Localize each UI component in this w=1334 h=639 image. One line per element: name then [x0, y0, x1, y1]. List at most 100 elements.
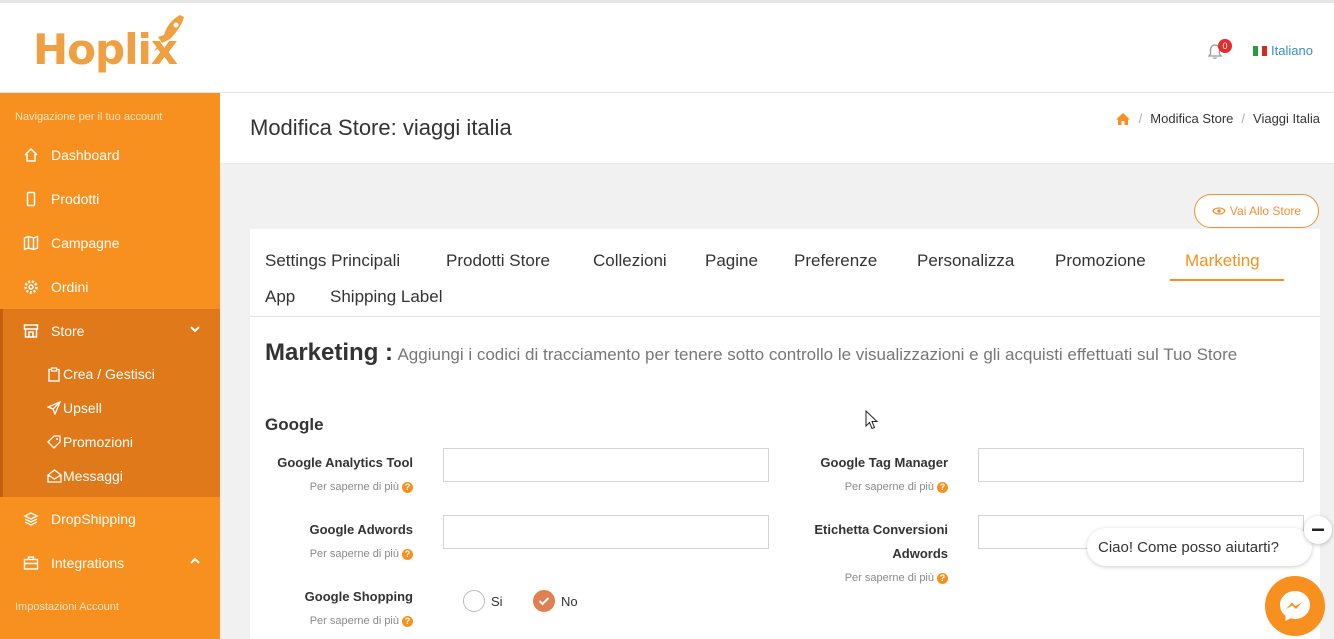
sidebar-item-store[interactable]: Store	[0, 309, 220, 353]
rocket-icon	[154, 15, 184, 51]
tab-marketing[interactable]: Marketing	[1185, 251, 1260, 271]
radio-label: No	[561, 593, 578, 609]
question-icon: ?	[937, 572, 948, 584]
sidebar-item-label: Integrations	[51, 555, 125, 571]
help-link[interactable]: Per saperne di più ?	[798, 572, 948, 584]
help-link[interactable]: Per saperne di più ?	[265, 615, 413, 627]
language-label: Italiano	[1271, 43, 1313, 58]
check-icon	[538, 597, 550, 606]
page-header: Modifica Store: viaggi italia / Modifica…	[220, 93, 1334, 164]
clipboard-icon	[46, 366, 62, 382]
mouse-cursor-icon	[865, 410, 879, 430]
help-link-text: Per saperne di più	[309, 548, 399, 560]
tab-prodotti-store[interactable]: Prodotti Store	[446, 251, 550, 271]
tab-preferenze[interactable]: Preferenze	[794, 251, 877, 271]
eye-icon	[1212, 207, 1226, 215]
shopping-radio-yes[interactable]: Si	[463, 590, 503, 612]
breadcrumb-item: Viaggi Italia	[1253, 111, 1320, 126]
sidebar-item-prodotti[interactable]: Prodotti	[0, 177, 220, 221]
notification-badge: 0	[1218, 39, 1232, 53]
sidebar-item-campagne[interactable]: Campagne	[0, 221, 220, 265]
briefcase-icon	[22, 554, 40, 572]
home-icon[interactable]	[1115, 112, 1131, 126]
tab-app[interactable]: App	[265, 287, 295, 307]
sidebar-item-ordini[interactable]: Ordini	[0, 265, 220, 309]
breadcrumb-item[interactable]: Modifica Store	[1150, 111, 1233, 126]
tab-shipping-label[interactable]: Shipping Label	[330, 287, 442, 307]
tag-icon	[46, 434, 62, 450]
language-selector[interactable]: Italiano	[1253, 43, 1313, 58]
sidebar-item-dropshipping[interactable]: DropShipping	[0, 497, 220, 541]
chevron-down-icon	[190, 324, 200, 336]
sidebar-item-dashboard[interactable]: Dashboard	[0, 133, 220, 177]
active-tab-indicator	[1170, 279, 1284, 281]
submenu-item-upsell[interactable]: Upsell	[3, 391, 220, 425]
chat-close-button[interactable]	[1304, 516, 1332, 544]
submenu-item-label: Upsell	[63, 400, 102, 416]
radio-circle-checked	[533, 590, 555, 612]
conversion-label-line1: Etichetta Conversioni	[814, 522, 948, 537]
section-title: Marketing :	[265, 339, 394, 366]
breadcrumb: / Modifica Store / Viaggi Italia	[1115, 111, 1320, 126]
google-tag-manager-input[interactable]	[978, 448, 1304, 482]
sidebar-item-label: Prodotti	[51, 191, 100, 207]
question-icon: ?	[402, 615, 413, 627]
google-analytics-label: Google Analytics Tool	[277, 455, 413, 470]
phone-icon	[22, 190, 40, 208]
visit-store-label: Vai Allo Store	[1229, 204, 1302, 218]
top-header: Hoplix 0 Italiano	[0, 0, 1334, 93]
chat-message: Ciao! Come posso aiutarti?	[1098, 538, 1279, 556]
submenu-item-crea-gestisci[interactable]: Crea / Gestisci	[3, 357, 220, 391]
radio-circle	[463, 590, 485, 612]
tab-pagine[interactable]: Pagine	[705, 251, 758, 271]
messenger-chat-button[interactable]	[1265, 576, 1325, 636]
breadcrumb-separator: /	[1241, 111, 1246, 126]
send-icon	[46, 400, 62, 416]
messenger-icon	[1280, 591, 1310, 621]
chat-greeting-bubble[interactable]: Ciao! Come posso aiutarti?	[1087, 528, 1312, 566]
sidebar-item-label: Campagne	[51, 235, 120, 251]
sidebar: Navigazione per il tuo account Dashboard…	[0, 93, 220, 639]
section-heading: Marketing : Aggiungi i codici di traccia…	[265, 335, 1315, 374]
radio-label: Si	[491, 593, 503, 609]
sidebar-caption: Navigazione per il tuo account	[15, 111, 163, 123]
sidebar-item-integrations[interactable]: Integrations	[0, 541, 220, 585]
help-link[interactable]: Per saperne di più ?	[265, 481, 413, 493]
visit-store-button[interactable]: Vai Allo Store	[1194, 194, 1319, 228]
envelope-icon	[46, 468, 62, 484]
chevron-up-icon	[190, 556, 200, 568]
google-adwords-label: Google Adwords	[309, 522, 413, 537]
layers-icon	[22, 510, 40, 528]
tab-promozione[interactable]: Promozione	[1055, 251, 1146, 271]
gear-icon	[22, 278, 40, 296]
sidebar-item-label: Store	[51, 323, 85, 339]
help-link-text: Per saperne di più	[844, 481, 934, 493]
store-submenu: Crea / Gestisci Upsell Promozioni Messag…	[0, 353, 220, 497]
breadcrumb-separator: /	[1138, 111, 1143, 126]
help-link[interactable]: Per saperne di più ?	[265, 548, 413, 560]
google-tag-manager-label: Google Tag Manager	[820, 455, 948, 470]
tab-bar: Settings Principali Prodotti Store Colle…	[250, 241, 1320, 317]
help-link-text: Per saperne di più	[309, 615, 399, 627]
question-icon: ?	[402, 481, 413, 493]
sidebar-item-label: DropShipping	[51, 511, 136, 527]
submenu-item-messaggi[interactable]: Messaggi	[3, 459, 220, 493]
google-analytics-input[interactable]	[443, 448, 769, 482]
page-title: Modifica Store: viaggi italia	[250, 115, 512, 140]
help-link-text: Per saperne di più	[309, 481, 399, 493]
sidebar-caption-account: Impostazioni Account	[15, 601, 119, 613]
group-title-google: Google	[265, 415, 324, 434]
submenu-item-promozioni[interactable]: Promozioni	[3, 425, 220, 459]
submenu-item-label: Messaggi	[63, 468, 123, 484]
conversion-label-line2: Adwords	[892, 546, 948, 561]
help-link-text: Per saperne di più	[844, 572, 934, 584]
tab-collezioni[interactable]: Collezioni	[593, 251, 667, 271]
help-link[interactable]: Per saperne di più ?	[798, 481, 948, 493]
google-adwords-input[interactable]	[443, 515, 769, 549]
shopping-radio-no[interactable]: No	[533, 590, 578, 612]
tab-settings-principali[interactable]: Settings Principali	[265, 251, 400, 271]
tab-personalizza[interactable]: Personalizza	[917, 251, 1014, 271]
hoplix-logo[interactable]: Hoplix	[30, 11, 200, 91]
question-icon: ?	[937, 481, 948, 493]
sidebar-item-label: Ordini	[51, 279, 89, 295]
